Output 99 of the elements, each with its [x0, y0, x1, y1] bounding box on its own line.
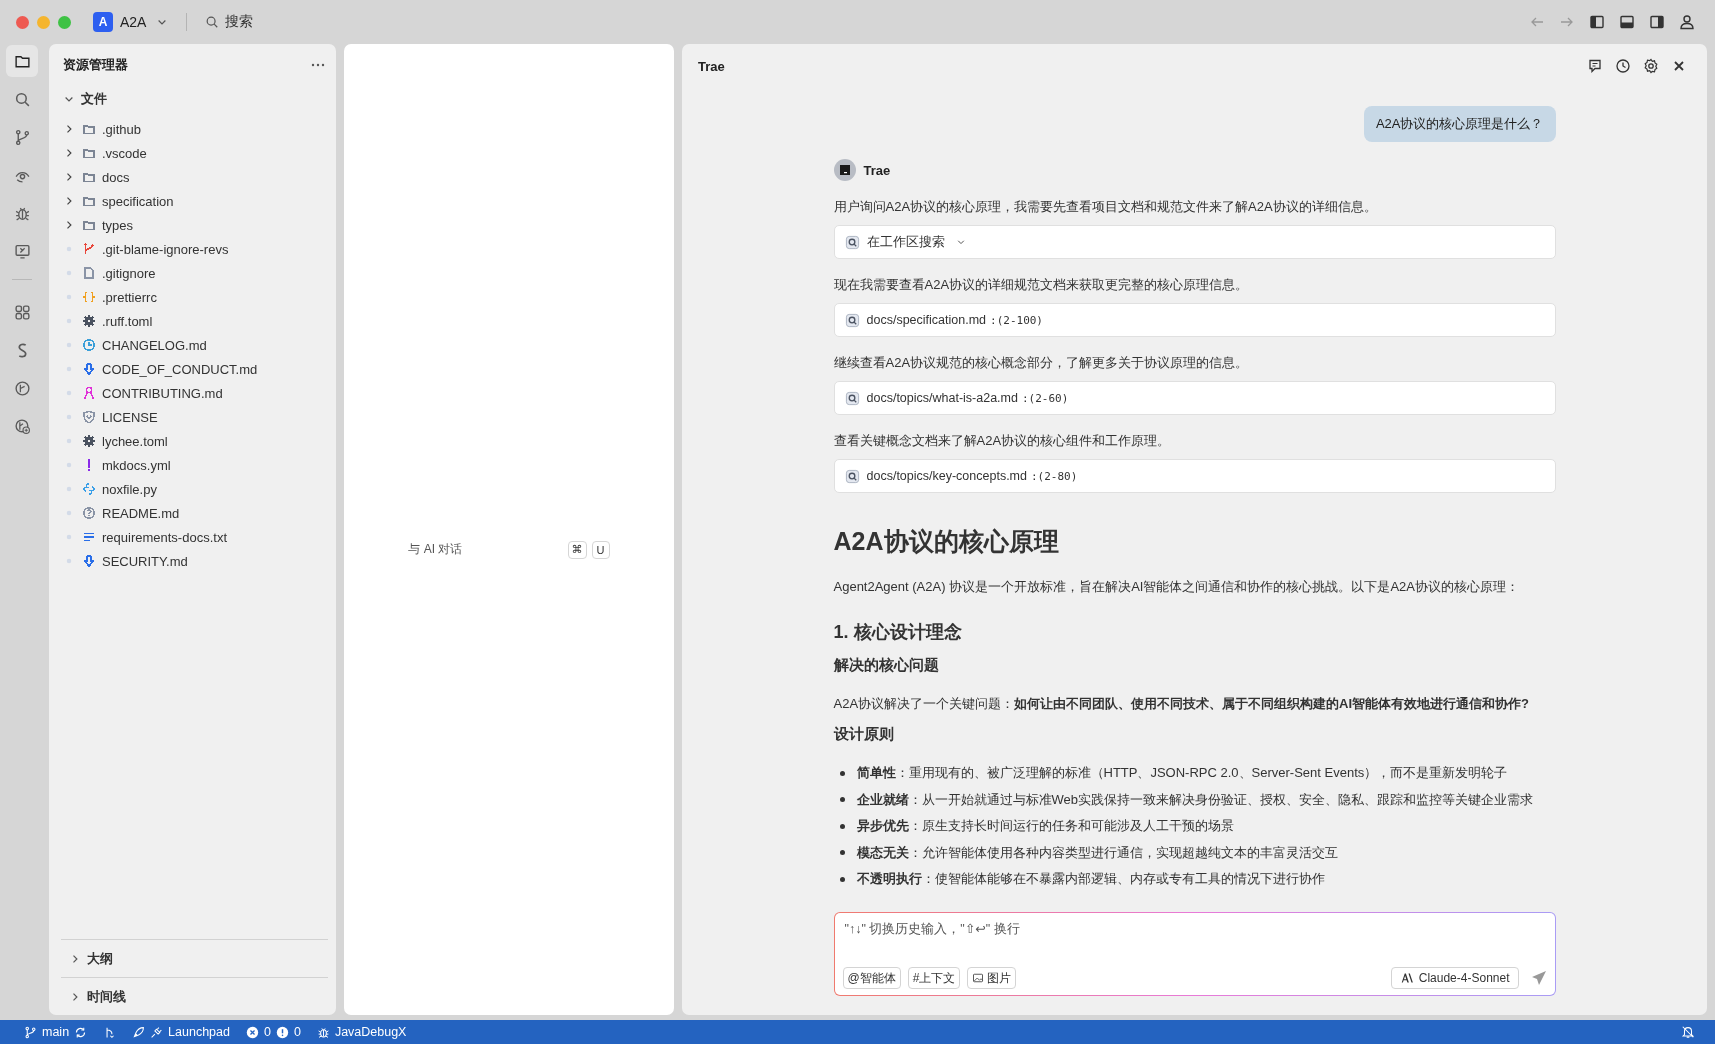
- branch-icon: [13, 128, 31, 146]
- branch-icon: [24, 1025, 37, 1039]
- heading: A2A协议的核心原理: [833, 526, 1060, 557]
- search-icon: [844, 312, 860, 328]
- model-selector[interactable]: Claude-4-Sonnet: [1390, 967, 1519, 989]
- search-icon: [844, 390, 860, 406]
- flow-circle-plus-icon: [13, 417, 31, 435]
- file-tree-item[interactable]: CONTRIBUTING.md: [61, 381, 328, 405]
- section-header[interactable]: 文件: [61, 85, 328, 113]
- chat-input[interactable]: "↑↓" 切换历史输入，"⇧↩" 换行 @智能体 #上下文 图片 Claude-4-Sonnet: [833, 912, 1556, 996]
- search-field[interactable]: 搜索: [205, 13, 254, 31]
- keyboard-key: U: [591, 540, 610, 559]
- file-tree-item[interactable]: docs: [61, 165, 328, 189]
- bullet-icon: [839, 797, 845, 803]
- file-tree-item[interactable]: mkdocs.yml: [61, 453, 328, 477]
- context-button[interactable]: 图片: [967, 967, 1017, 989]
- error-icon: [245, 1025, 259, 1039]
- heading: 设计原则: [833, 725, 895, 744]
- heading: 解决的核心问题: [833, 656, 940, 675]
- activity-button[interactable]: [6, 45, 38, 77]
- flow-circle-icon: [13, 379, 31, 397]
- file-tree-item[interactable]: noxfile.py: [61, 477, 328, 501]
- hint-text: 与 AI 对话: [408, 541, 463, 558]
- monitor-icon: [13, 242, 31, 260]
- message-text: 用户询问A2A协议的核心原理，我需要先查看项目文档和规范文件来了解A2A协议的详细信息。: [833, 198, 1378, 216]
- file-tree-item[interactable]: .git-blame-ignore-revs: [61, 237, 328, 261]
- file-tree-item[interactable]: SECURITY.md: [61, 549, 328, 573]
- line-range: :(2-80): [1031, 469, 1078, 483]
- message-text: 现在我需要查看A2A协议的详细规范文档来获取更完整的核心原理信息。: [833, 276, 1250, 294]
- assistant-avatar: [833, 159, 856, 181]
- new-chat-icon[interactable]: [1587, 58, 1603, 74]
- image-icon: [972, 972, 985, 984]
- list-item-text: 简单性：重用现有的、被广泛理解的标准（HTTP、JSON-RPC 2.0、Server-Sent Events），而不是重新发明轮子: [856, 764, 1508, 783]
- tool-call-card[interactable]: docs/topics/key-concepts.md :(2-80): [833, 459, 1556, 493]
- model-logo-icon: [1399, 972, 1414, 984]
- context-button[interactable]: #上下文: [907, 967, 961, 989]
- project-badge: A: [93, 12, 113, 32]
- problems-status[interactable]: 0 0: [245, 1025, 301, 1039]
- message-text: 查看关键概念文档来了解A2A协议的核心组件和工作原理。: [833, 432, 1172, 450]
- debugger-status[interactable]: JavaDebugX: [316, 1025, 407, 1039]
- search-icon: [13, 90, 31, 108]
- message-text: Agent2Agent (A2A) 协议是一个开放标准，旨在解决AI智能体之间通信和协作的核心挑战。以下是A2A协议的核心原理：: [833, 578, 1520, 596]
- left-panel-icon[interactable]: [1589, 14, 1605, 30]
- bottom-panel-icon[interactable]: [1619, 14, 1635, 30]
- search-icon: [844, 468, 860, 484]
- list-item-text: 企业就绪：从一开始就通过与标准Web实践保持一致来解决身份验证、授权、安全、隐私、跟踪和监控等关键企业需求: [856, 790, 1533, 809]
- launchpad-status[interactable]: Launchpad: [132, 1025, 230, 1039]
- list-item-text: 不透明执行：使智能体能够在不暴露内部逻辑、内存或专有工具的情况下进行协作: [856, 870, 1325, 889]
- file-tree-item[interactable]: .github: [61, 117, 328, 141]
- search-icon: [205, 15, 220, 29]
- bullet-icon: [839, 850, 845, 856]
- list-item-text: 模态无关：允许智能体使用各种内容类型进行通信，实现超越纯文本的丰富灵活交互: [856, 843, 1338, 862]
- right-panel-icon[interactable]: [1649, 14, 1665, 30]
- file-tree-item[interactable]: requirements-docs.txt: [61, 525, 328, 549]
- sync-icon: [74, 1025, 88, 1039]
- branch-status[interactable]: main: [24, 1025, 88, 1039]
- tool-call-card[interactable]: docs/specification.md :(2-100): [833, 303, 1556, 337]
- history-icon[interactable]: [1615, 58, 1631, 74]
- file-tree-item[interactable]: LICENSE: [61, 405, 328, 429]
- tool-call-card[interactable]: docs/topics/what-is-a2a.md :(2-60): [833, 381, 1556, 415]
- panel-title: Trae: [698, 58, 725, 74]
- project-name[interactable]: A2A: [120, 14, 147, 30]
- bullet-icon: [839, 876, 845, 882]
- search-icon: [844, 234, 860, 250]
- section-header[interactable]: 时间线: [61, 977, 328, 1015]
- warning-icon: [275, 1025, 289, 1039]
- file-tree-item[interactable]: .gitignore: [61, 261, 328, 285]
- file-tree-item[interactable]: README.md: [61, 501, 328, 525]
- bullet-icon: [839, 823, 845, 829]
- extensions-icon: [13, 303, 31, 321]
- file-tree-item[interactable]: .ruff.toml: [61, 309, 328, 333]
- user-message: A2A协议的核心原理是什么？: [1363, 106, 1556, 142]
- file-tree-item[interactable]: types: [61, 213, 328, 237]
- message-text: A2A协议解决了一个关键问题：如何让由不同团队、使用不同技术、属于不同组织构建的AI智能体有效地进行通信和协作?: [833, 695, 1531, 713]
- notifications-off-icon[interactable]: [1681, 1025, 1695, 1039]
- bug-icon: [316, 1025, 330, 1039]
- context-button[interactable]: @智能体: [842, 967, 901, 989]
- list-item-text: 异步优先：原生支持长时间运行的任务和可能涉及人工干预的场景: [856, 817, 1234, 836]
- keyboard-key: ⌘: [567, 540, 587, 559]
- send-icon[interactable]: [1530, 970, 1547, 986]
- tool-call-card[interactable]: 在工作区搜索: [833, 225, 1556, 259]
- line-range: :(2-100): [990, 313, 1043, 327]
- panel-title: 资源管理器: [63, 56, 128, 74]
- heading: 1. 核心设计理念: [833, 621, 963, 644]
- settings-icon[interactable]: [1643, 58, 1659, 74]
- bullet-icon: [839, 770, 845, 776]
- line-range: :(2-60): [1021, 391, 1069, 405]
- plug-icon: [150, 1025, 164, 1039]
- section-header[interactable]: 大纲: [61, 939, 328, 977]
- file-tree-item[interactable]: CODE_OF_CONDUCT.md: [61, 357, 328, 381]
- message-text: 继续查看A2A协议规范的核心概念部分，了解更多关于协议原理的信息。: [833, 354, 1250, 372]
- file-tree-item[interactable]: CHANGELOG.md: [61, 333, 328, 357]
- assistant-name: Trae: [863, 162, 891, 178]
- file-tree-item[interactable]: specification: [61, 189, 328, 213]
- chevron-down-icon: [955, 237, 966, 247]
- account-icon[interactable]: [1679, 14, 1695, 30]
- file-tree-item[interactable]: .vscode: [61, 141, 328, 165]
- file-tree-item[interactable]: lychee.toml: [61, 429, 328, 453]
- file-tree-item[interactable]: .prettierrc: [61, 285, 328, 309]
